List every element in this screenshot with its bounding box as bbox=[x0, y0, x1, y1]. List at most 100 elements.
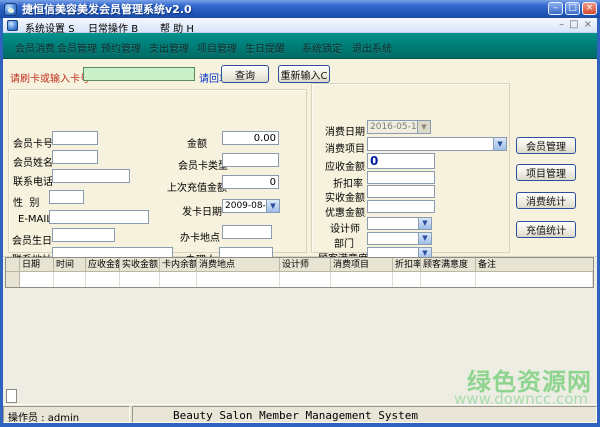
project-manage-button[interactable]: 项目管理 bbox=[516, 164, 576, 181]
title-bar[interactable]: 捷恒信美容美发会员管理系统v2.0 – □ × bbox=[0, 0, 600, 18]
grid-header-row: 日期 时间 应收金额 实收金额 卡内余额 消费地点 设计师 消费项目 折扣率 顾… bbox=[6, 258, 593, 272]
birthday-input[interactable] bbox=[52, 228, 115, 242]
card-no-label: 会员卡号 bbox=[13, 135, 53, 150]
member-manage-button[interactable]: 会员管理 bbox=[516, 137, 576, 154]
birthday-label: 会员生日 bbox=[12, 232, 52, 247]
child-window-icon bbox=[7, 20, 18, 31]
designer-label: 设计师 bbox=[330, 220, 360, 235]
app-window: 捷恒信美容美发会员管理系统v2.0 – □ × 系统设置 S 日常操作 B 帮 … bbox=[0, 0, 600, 427]
grid-col-remark: 备注 bbox=[476, 258, 593, 272]
grid-col-satisfaction: 顾客满意度 bbox=[421, 258, 476, 272]
minimize-button[interactable]: – bbox=[548, 2, 563, 15]
received-label: 实收金额 bbox=[325, 189, 365, 204]
member-name-input[interactable] bbox=[52, 150, 98, 164]
received-input[interactable] bbox=[367, 185, 435, 198]
issue-date-label: 发卡日期 bbox=[182, 203, 222, 218]
grid-cell bbox=[160, 272, 197, 287]
app-icon bbox=[4, 3, 17, 16]
grid-col-project: 消费项目 bbox=[331, 258, 393, 272]
row-selector-cell[interactable] bbox=[6, 272, 20, 287]
recharge-stats-button[interactable]: 充值统计 bbox=[516, 221, 576, 238]
member-name-label: 会员姓名 bbox=[13, 154, 53, 169]
gender-label: 性 别 bbox=[13, 194, 39, 209]
chevron-down-icon[interactable]: ▼ bbox=[418, 218, 431, 229]
email-label: E-MAIL bbox=[18, 214, 52, 225]
grid-col-balance: 卡内余额 bbox=[160, 258, 197, 272]
issue-place-input[interactable] bbox=[222, 225, 272, 239]
maximize-button[interactable]: □ bbox=[565, 2, 580, 15]
system-name-status: Beauty Salon Member Management System bbox=[132, 406, 597, 423]
designer-combobox[interactable]: ▼ bbox=[367, 217, 432, 230]
grid-cell bbox=[280, 272, 331, 287]
phone-input[interactable] bbox=[52, 169, 130, 183]
card-no-input[interactable] bbox=[52, 131, 98, 145]
consume-stats-button[interactable]: 消费统计 bbox=[516, 192, 576, 209]
toolbar-item-system-lock[interactable]: 系统锁定 bbox=[302, 40, 342, 55]
grid-col-time: 时间 bbox=[54, 258, 86, 272]
consume-date-label: 消费日期 bbox=[325, 123, 365, 138]
department-label: 部门 bbox=[334, 235, 354, 250]
card-type-input[interactable] bbox=[222, 153, 279, 167]
chevron-down-icon[interactable]: ▼ bbox=[266, 200, 279, 212]
menu-bar: 系统设置 S 日常操作 B 帮 助 H – □ × bbox=[3, 18, 597, 33]
grid-col-receivable: 应收金额 bbox=[86, 258, 120, 272]
issue-place-label: 办卡地点 bbox=[180, 229, 220, 244]
discount-label: 折扣率 bbox=[333, 175, 363, 190]
last-recharge-input[interactable] bbox=[222, 175, 279, 189]
toolbar-item-member-consume[interactable]: 会员消费 bbox=[15, 40, 55, 55]
receivable-label: 应收金额 bbox=[325, 158, 365, 173]
department-combobox[interactable]: ▼ bbox=[367, 232, 432, 245]
toolbar-item-member-manage[interactable]: 会员管理 bbox=[57, 40, 97, 55]
grid-cell bbox=[476, 272, 593, 287]
status-bar: 操作员 : admin Beauty Salon Member Manageme… bbox=[3, 404, 597, 423]
grid-cell bbox=[421, 272, 476, 287]
amount-label: 金额 bbox=[187, 135, 207, 150]
toolbar: 会员消费 会员管理 预约管理 支出管理 项目管理 生日提醒 系统锁定 退出系统 bbox=[3, 33, 597, 59]
consume-project-label: 消费项目 bbox=[325, 140, 365, 155]
operator-status: 操作员 : admin bbox=[3, 406, 130, 423]
consume-project-combobox[interactable]: ▼ bbox=[367, 137, 507, 151]
preferential-input[interactable] bbox=[367, 200, 435, 213]
toolbar-item-birthday-reminder[interactable]: 生日提醒 bbox=[245, 40, 285, 55]
toolbar-item-expense-manage[interactable]: 支出管理 bbox=[149, 40, 189, 55]
toolbar-item-appointment-manage[interactable]: 预约管理 bbox=[101, 40, 141, 55]
grid-cell bbox=[86, 272, 120, 287]
toolbar-item-project-manage[interactable]: 项目管理 bbox=[197, 40, 237, 55]
grid-cell bbox=[54, 272, 86, 287]
grid-empty-row[interactable] bbox=[6, 272, 593, 287]
grid-cell bbox=[20, 272, 54, 287]
phone-label: 联系电话 bbox=[13, 173, 53, 188]
close-button[interactable]: × bbox=[582, 2, 597, 15]
chevron-down-icon[interactable]: ▼ bbox=[493, 138, 506, 150]
child-close-button[interactable]: × bbox=[584, 19, 592, 31]
grid-col-discount: 折扣率 bbox=[393, 258, 421, 272]
grid-cell bbox=[331, 272, 393, 287]
issue-date-combobox[interactable]: 2009-08-27 ▼ bbox=[222, 199, 280, 213]
grid-cell bbox=[393, 272, 421, 287]
reset-input-button[interactable]: 重新输入C bbox=[278, 65, 330, 83]
preferential-label: 优惠金额 bbox=[325, 204, 365, 219]
grid-col-date: 日期 bbox=[20, 258, 54, 272]
client-area: 系统设置 S 日常操作 B 帮 助 H – □ × 会员消费 会员管理 预约管理… bbox=[3, 18, 597, 423]
card-type-label: 会员卡类型 bbox=[178, 157, 228, 172]
chevron-down-icon[interactable]: ▼ bbox=[417, 121, 430, 133]
grid-col-received: 实收金额 bbox=[120, 258, 160, 272]
card-number-input[interactable] bbox=[83, 67, 195, 81]
status-notch bbox=[6, 389, 17, 403]
gender-input[interactable] bbox=[49, 190, 84, 204]
child-minimize-button[interactable]: – bbox=[559, 19, 564, 31]
consume-date-combobox[interactable]: 2016-05-13 ▼ bbox=[367, 120, 431, 134]
chevron-down-icon[interactable]: ▼ bbox=[418, 233, 431, 244]
receivable-input[interactable] bbox=[367, 153, 435, 169]
grid-cell bbox=[197, 272, 280, 287]
email-input[interactable] bbox=[49, 210, 149, 224]
discount-input[interactable] bbox=[367, 171, 435, 184]
query-button[interactable]: 查询 bbox=[221, 65, 269, 83]
swipe-card-label: 请刷卡或输入卡号 bbox=[10, 70, 90, 85]
grid-cell bbox=[120, 272, 160, 287]
amount-input[interactable] bbox=[222, 131, 279, 145]
grid-col-place: 消费地点 bbox=[197, 258, 280, 272]
consume-history-grid[interactable]: 日期 时间 应收金额 实收金额 卡内余额 消费地点 设计师 消费项目 折扣率 顾… bbox=[5, 257, 594, 288]
child-restore-button[interactable]: □ bbox=[569, 19, 578, 31]
toolbar-item-exit-system[interactable]: 退出系统 bbox=[352, 40, 392, 55]
